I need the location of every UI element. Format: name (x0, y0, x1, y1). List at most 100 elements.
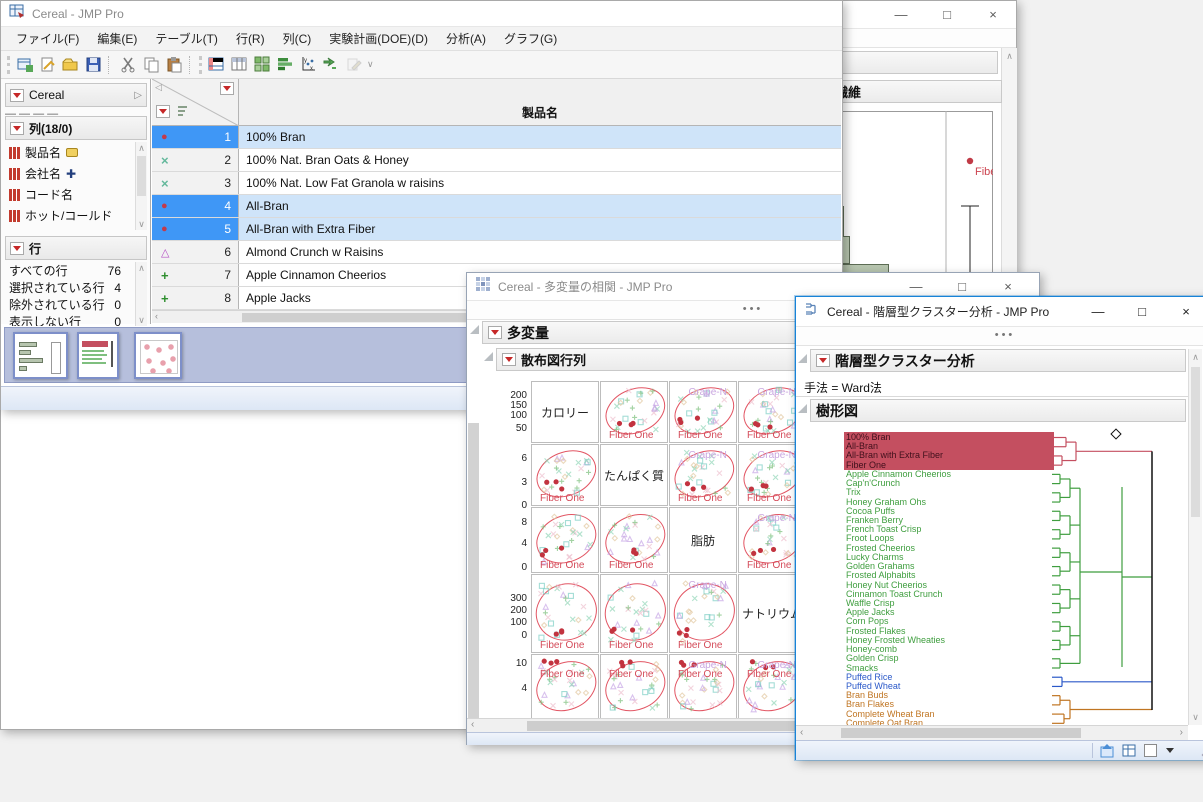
grid-corner-cell[interactable]: ◁ (152, 79, 239, 126)
new-data-table-icon[interactable] (14, 55, 34, 75)
row-state-marker[interactable]: + (161, 268, 169, 283)
row-state-marker[interactable]: + (161, 291, 169, 306)
row-state-marker[interactable]: △ (161, 246, 169, 259)
red-triangle-menu-icon[interactable] (10, 89, 24, 102)
menu-行(R)[interactable]: 行(R) (227, 27, 274, 50)
table-row[interactable]: ●1100% Bran (152, 126, 841, 149)
row-stat[interactable]: すべての行76 (5, 262, 135, 279)
row-state-marker[interactable]: × (161, 176, 169, 191)
columns-panel-header[interactable]: 列(18/0) (5, 116, 147, 140)
summary-icon[interactable] (229, 55, 249, 75)
tables-panel-header[interactable]: Cereal ▷ (5, 83, 147, 107)
matrix-scatter-cell[interactable]: Fiber OneGrape-N (669, 381, 737, 443)
row-stat[interactable]: 表示しない行0 (5, 313, 135, 326)
red-triangle-menu-icon[interactable] (10, 122, 24, 135)
fiber-histogram-frame[interactable] (833, 111, 993, 281)
column-item-製品名[interactable]: 製品名 (5, 142, 135, 163)
scroll-up-icon[interactable]: ∧ (1189, 349, 1202, 365)
column-item-コード名[interactable]: コード名 (5, 184, 135, 205)
dropdown-arrow-icon[interactable] (1166, 748, 1174, 753)
red-triangle-menu-icon[interactable] (502, 353, 516, 366)
columns-red-triangle-icon[interactable] (156, 105, 170, 118)
save-icon[interactable] (83, 55, 103, 75)
dendrogram-leaf[interactable]: Trix (846, 488, 861, 497)
table-row[interactable]: ●4All-Bran (152, 195, 841, 218)
matrix-scatter-cell[interactable]: Fiber One (531, 574, 599, 653)
cell-product-name[interactable]: Apple Jacks (239, 291, 311, 305)
cell-product-name[interactable]: 100% Nat. Low Fat Granola w raisins (239, 176, 444, 190)
columns-scrollbar[interactable]: ∧ ∨ (135, 142, 147, 230)
titlebar-data-table[interactable]: Cereal - JMP Pro (1, 1, 842, 27)
red-triangle-menu-icon[interactable] (10, 242, 24, 255)
maximize-button[interactable]: □ (924, 7, 970, 22)
dendrogram-tree[interactable] (1052, 427, 1188, 727)
dendrogram-leaf[interactable]: Frosted Alphabits (846, 571, 916, 580)
matrix-scatter-cell[interactable]: Fiber One (531, 507, 599, 573)
rows-scrollbar[interactable]: ∧ ∨ (135, 262, 147, 326)
red-triangle-menu-icon[interactable] (488, 326, 502, 339)
matrix-diagonal-label-cell[interactable]: カロリー (531, 381, 599, 443)
scroll-up-icon[interactable]: ∧ (136, 262, 147, 274)
matrix-scatter-cell[interactable]: Fiber One (600, 381, 668, 443)
maximize-button[interactable]: □ (939, 279, 985, 294)
matrix-scatter-cell[interactable]: Fiber One (600, 574, 668, 653)
row-stat[interactable]: 除外されている行0 (5, 296, 135, 313)
table-row[interactable]: ×3100% Nat. Low Fat Granola w raisins (152, 172, 841, 195)
scroll-left-icon[interactable]: ‹ (155, 311, 158, 321)
scroll-down-icon[interactable]: ∨ (1189, 709, 1202, 725)
scroll-left-icon[interactable]: ‹ (471, 719, 474, 730)
table-row[interactable]: △6Almond Crunch w Raisins (152, 241, 841, 264)
menu-編集(E)[interactable]: 編集(E) (88, 27, 146, 50)
open-icon[interactable] (60, 55, 80, 75)
journal-icon[interactable] (37, 55, 57, 75)
cell-product-name[interactable]: Almond Crunch w Raisins (239, 245, 383, 259)
row-state-marker[interactable]: ● (161, 200, 168, 212)
matrix-scatter-cell[interactable]: Fiber OneGrape-N (669, 444, 737, 506)
scroll-down-icon[interactable]: ∨ (136, 218, 147, 230)
matrix-scatter-cell[interactable]: Fiber One (600, 507, 668, 573)
matrix-scatter-cell[interactable]: Fiber One (531, 444, 599, 506)
column-item-ホット/コールド[interactable]: ホット/コールド (5, 205, 135, 226)
grid-name-column-header[interactable]: 製品名 (239, 79, 841, 126)
rows-red-triangle-icon[interactable] (220, 82, 234, 95)
matrix-diagonal-label-cell[interactable]: 脂肪 (669, 507, 737, 573)
menu-実験計画(DOE)(D)[interactable]: 実験計画(DOE)(D) (320, 27, 437, 50)
h-scrollbar[interactable]: ‹ › (796, 725, 1188, 740)
scroll-up-icon[interactable]: ∧ (136, 142, 147, 154)
graph-builder-icon[interactable] (275, 55, 295, 75)
minimize-button[interactable]: — (878, 7, 924, 22)
data-table-view-icon[interactable] (206, 55, 226, 75)
edit-script-icon[interactable] (344, 55, 364, 75)
row-state-marker[interactable]: ● (161, 223, 168, 235)
close-button[interactable]: × (985, 279, 1031, 294)
minimize-button[interactable]: — (893, 279, 939, 294)
close-button[interactable]: × (970, 7, 1016, 22)
rows-panel-header[interactable]: 行 (5, 236, 147, 260)
menu-分析(A)[interactable]: 分析(A) (437, 27, 495, 50)
disclosure-icon[interactable] (484, 352, 493, 361)
vertical-scrollbar[interactable]: ∧ ∨ (1188, 349, 1202, 725)
data-table-icon[interactable] (1122, 743, 1137, 758)
collapse-sidebar-icon[interactable]: ◁ (155, 82, 162, 93)
disclosure-icon[interactable] (470, 325, 479, 334)
thumbnail-distribution[interactable] (13, 332, 68, 379)
paste-icon[interactable] (164, 55, 184, 75)
join-icon[interactable] (321, 55, 341, 75)
cell-product-name[interactable]: 100% Bran (239, 130, 305, 144)
dendrogram-leaf[interactable]: Golden Crisp (846, 654, 899, 663)
cell-product-name[interactable]: 100% Nat. Bran Oats & Honey (239, 153, 409, 167)
table-row[interactable]: ×2100% Nat. Bran Oats & Honey (152, 149, 841, 172)
thumbnail-scatterplot-matrix[interactable] (134, 332, 182, 379)
scroll-right-icon[interactable]: › (1180, 727, 1183, 738)
matrix-scatter-cell[interactable]: Fiber One (531, 654, 599, 718)
expand-arrow-icon[interactable]: ▷ (134, 90, 142, 101)
copy-icon[interactable] (141, 55, 161, 75)
scroll-up-icon[interactable]: ∧ (1002, 48, 1017, 64)
fit-y-by-x-icon[interactable]: yx (298, 55, 318, 75)
left-scrollbar[interactable] (468, 423, 479, 718)
menu-テーブル(T)[interactable]: テーブル(T) (146, 27, 227, 50)
table-row[interactable]: ●5All-Bran with Extra Fiber (152, 218, 841, 241)
scroll-thumb[interactable] (841, 728, 1081, 738)
home-window-icon[interactable] (1100, 743, 1115, 758)
column-item-会社名[interactable]: 会社名✚ (5, 163, 135, 184)
